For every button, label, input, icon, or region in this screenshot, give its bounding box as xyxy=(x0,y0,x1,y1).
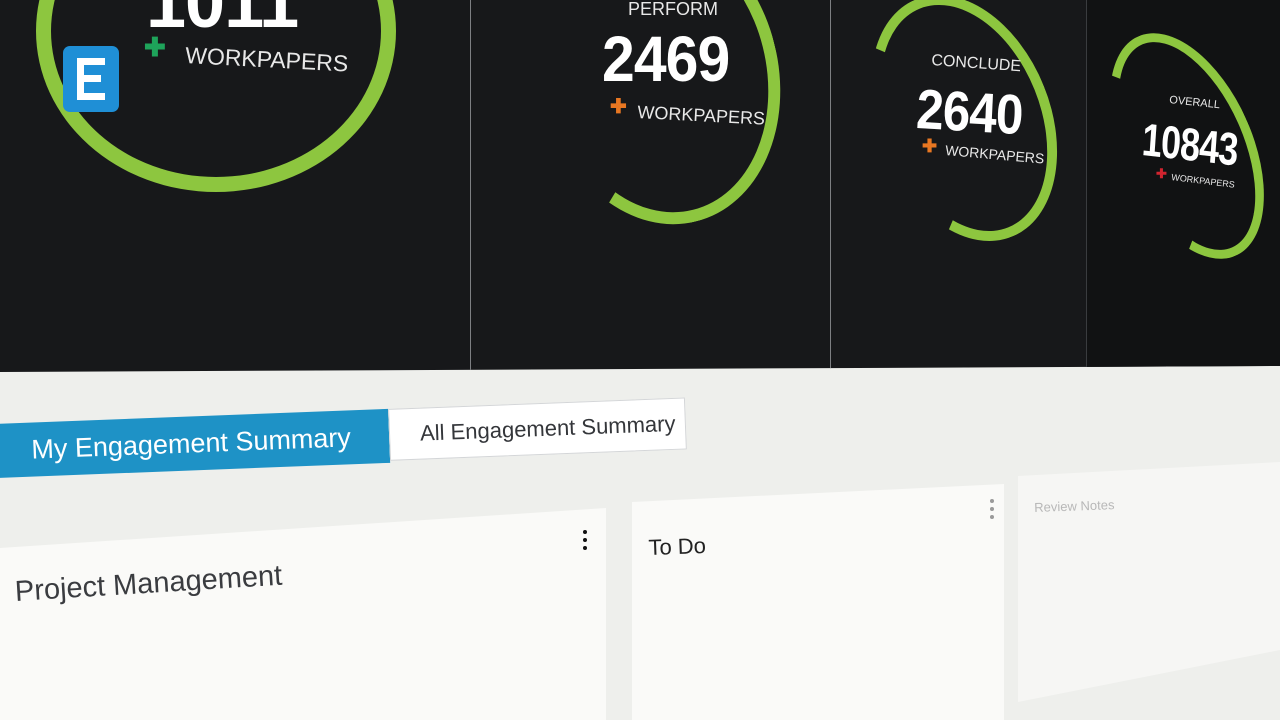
plus-icon: ✚ xyxy=(1156,166,1167,181)
stat-value: 1011 xyxy=(146,0,299,43)
plus-icon: ✚ xyxy=(144,32,166,62)
plus-icon: ✚ xyxy=(922,136,938,156)
tab-all-engagement-summary[interactable]: All Engagement Summary xyxy=(388,397,687,461)
review-notes-title: Review Notes xyxy=(1034,497,1115,515)
project-management-menu-button[interactable] xyxy=(581,530,589,554)
to-do-card xyxy=(632,484,1004,720)
project-management-card xyxy=(0,508,606,720)
panel-divider xyxy=(830,0,831,370)
review-notes-card xyxy=(1018,462,1280,702)
tab-my-engagement-summary[interactable]: My Engagement Summary xyxy=(0,408,391,478)
summary-tabs: My Engagement Summary All Engagement Sum… xyxy=(0,387,697,494)
panel-divider xyxy=(470,0,471,372)
app-logo xyxy=(63,46,119,112)
to-do-title: To Do xyxy=(648,532,707,560)
stats-band: 1011 ✚ WORKPAPERS PERFORM 2469 ✚ WORKPAP… xyxy=(0,0,1280,372)
stat-value: 2469 xyxy=(602,23,730,95)
panel-divider xyxy=(1086,0,1087,368)
stat-caption: PERFORM xyxy=(628,0,718,19)
plus-icon: ✚ xyxy=(610,96,627,118)
to-do-menu-button[interactable] xyxy=(988,499,996,523)
